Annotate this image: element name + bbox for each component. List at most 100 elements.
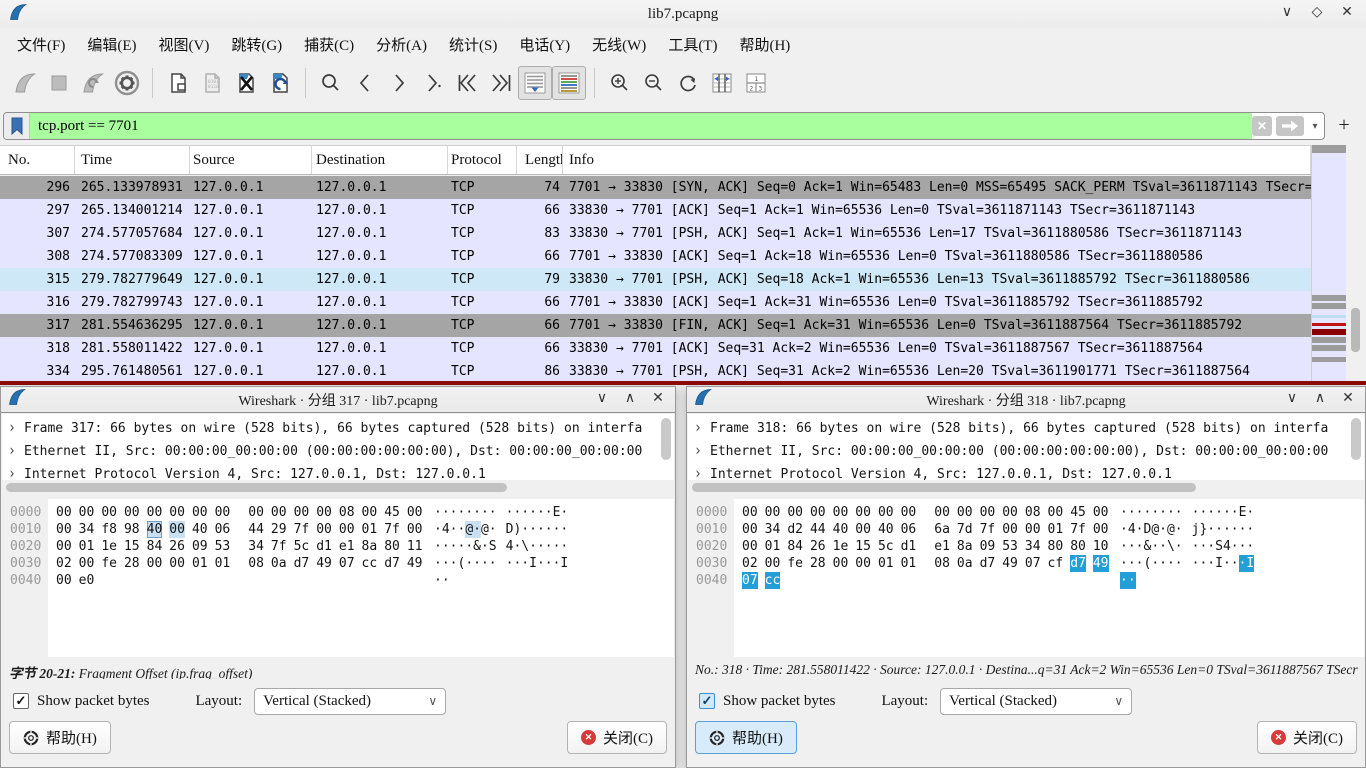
zoom-reset-icon[interactable] xyxy=(671,66,705,100)
hex-byte[interactable]: 49 xyxy=(316,555,332,572)
open-file-icon[interactable] xyxy=(161,66,195,100)
hex-byte[interactable]: 53 xyxy=(1002,538,1018,555)
hex-byte[interactable]: 7f xyxy=(980,521,996,538)
packet-bytes-pane[interactable]: 000000000000000000000000000008004500····… xyxy=(2,499,674,657)
hex-byte[interactable]: 02 xyxy=(742,555,758,572)
main-titlebar[interactable]: lib7.pcapng ∨ ◇ ✕ xyxy=(0,0,1366,28)
hex-byte[interactable]: 26 xyxy=(169,538,185,555)
hex-byte[interactable]: 40 xyxy=(878,521,894,538)
hex-byte[interactable]: 01 xyxy=(79,538,95,555)
close-button[interactable]: ✕ xyxy=(1335,390,1361,407)
hex-row[interactable]: 004000e0·· xyxy=(2,572,674,589)
column-header-no[interactable]: No. xyxy=(0,146,75,174)
hex-row[interactable]: 000000000000000000000000000008004500····… xyxy=(688,504,1364,521)
hex-byte[interactable]: 00 xyxy=(787,504,803,521)
minimize-button[interactable]: ∨ xyxy=(1279,390,1305,407)
hex-byte[interactable]: cf xyxy=(1048,555,1064,572)
help-button[interactable]: 帮助(H) xyxy=(695,721,797,754)
column-header-destination[interactable]: Destination xyxy=(312,146,448,174)
hex-byte[interactable]: 08 xyxy=(248,555,264,572)
tree-horizontal-scrollbar[interactable] xyxy=(2,483,661,495)
show-packet-bytes-checkbox[interactable]: ✓ xyxy=(13,693,29,709)
hex-byte[interactable]: 7f xyxy=(294,521,310,538)
hex-byte[interactable]: 5c xyxy=(878,538,894,555)
packet-list-scrollbar[interactable] xyxy=(1346,145,1366,381)
hex-row[interactable]: 004007cc·· xyxy=(688,572,1364,589)
hex-byte[interactable]: f8 xyxy=(101,521,117,538)
menu-item[interactable]: 工具(T) xyxy=(657,30,728,59)
column-header-time[interactable]: Time xyxy=(75,146,190,174)
packet-list[interactable]: 296265.133978931127.0.0.1127.0.0.1TCP747… xyxy=(0,176,1311,383)
packet-bytes-pane[interactable]: 000000000000000000000000000008004500····… xyxy=(688,499,1364,657)
hex-byte[interactable]: 15 xyxy=(124,538,140,555)
hex-byte[interactable]: 45 xyxy=(1070,504,1086,521)
filter-clear-icon[interactable]: ✕ xyxy=(1252,116,1272,136)
hex-byte[interactable]: 34 xyxy=(1025,538,1041,555)
hex-byte[interactable]: 00 xyxy=(79,555,95,572)
dialog-titlebar[interactable]: Wireshark · 分组 317 · lib7.pcapng ∨ ∧ ✕ xyxy=(1,387,675,413)
hex-byte[interactable]: 98 xyxy=(124,521,140,538)
hex-byte[interactable]: 0a xyxy=(271,555,287,572)
hex-byte[interactable]: cc xyxy=(362,555,378,572)
packet-row-316[interactable]: 316279.782799743127.0.0.1127.0.0.1TCP667… xyxy=(0,291,1311,314)
hex-byte[interactable]: 09 xyxy=(192,538,208,555)
filter-add-button[interactable]: + xyxy=(1332,113,1356,137)
restore-button[interactable]: ∧ xyxy=(617,390,643,407)
hex-byte[interactable]: 00 xyxy=(56,521,72,538)
hex-byte[interactable]: 00 xyxy=(934,504,950,521)
tree-row[interactable]: ›Internet Protocol Version 4, Src: 127.0… xyxy=(8,463,674,480)
hex-byte[interactable]: fe xyxy=(787,555,803,572)
find-packet-icon[interactable] xyxy=(314,66,348,100)
hex-byte[interactable]: 00 xyxy=(248,504,264,521)
hex-byte[interactable]: 00 xyxy=(316,521,332,538)
hex-byte[interactable]: 00 xyxy=(980,504,996,521)
hex-byte[interactable]: 00 xyxy=(339,521,355,538)
go-forward-icon[interactable] xyxy=(382,66,416,100)
tree-vertical-scrollbar[interactable] xyxy=(661,418,671,474)
hex-byte[interactable]: 01 xyxy=(362,521,378,538)
hex-byte[interactable]: d2 xyxy=(787,521,803,538)
hex-byte[interactable]: 09 xyxy=(980,538,996,555)
hex-byte[interactable]: 28 xyxy=(810,555,826,572)
dialog-titlebar[interactable]: Wireshark · 分组 318 · lib7.pcapng ∨ ∧ ✕ xyxy=(687,387,1365,413)
hex-byte[interactable]: 10 xyxy=(1093,538,1109,555)
hex-byte[interactable]: 00 xyxy=(101,504,117,521)
hex-byte[interactable]: 00 xyxy=(362,504,378,521)
menu-item[interactable]: 帮助(H) xyxy=(728,30,801,59)
hex-byte[interactable]: 34 xyxy=(765,521,781,538)
scrollbar-handle[interactable] xyxy=(1351,308,1360,352)
tree-row[interactable]: ›Ethernet II, Src: 00:00:00_00:00:00 (00… xyxy=(8,440,674,463)
hex-byte[interactable]: 01 xyxy=(215,555,231,572)
hex-byte[interactable]: 40 xyxy=(147,521,163,538)
capture-options-icon[interactable] xyxy=(110,66,144,100)
hex-byte[interactable]: 34 xyxy=(248,538,264,555)
hex-byte[interactable]: 40 xyxy=(833,521,849,538)
hex-byte[interactable]: fe xyxy=(101,555,117,572)
menu-item[interactable]: 跳转(G) xyxy=(220,30,293,59)
hex-byte[interactable]: 1e xyxy=(833,538,849,555)
packet-row-307[interactable]: 307274.577057684127.0.0.1127.0.0.1TCP833… xyxy=(0,222,1311,245)
close-button[interactable]: ✕ xyxy=(645,390,671,407)
hex-byte[interactable]: d1 xyxy=(901,538,917,555)
hex-byte[interactable]: 8a xyxy=(957,538,973,555)
close-dialog-button[interactable]: ✕ 关闭(C) xyxy=(567,721,667,754)
hex-byte[interactable]: e0 xyxy=(79,572,95,589)
hex-byte[interactable]: 01 xyxy=(1048,521,1064,538)
hex-byte[interactable]: 28 xyxy=(124,555,140,572)
go-back-icon[interactable] xyxy=(348,66,382,100)
hex-row[interactable]: 00300200fe2800000101080ad74907ccd749···(… xyxy=(2,555,674,572)
hex-byte[interactable]: 80 xyxy=(1070,538,1086,555)
hex-byte[interactable]: 00 xyxy=(147,504,163,521)
hex-byte[interactable]: 00 xyxy=(316,504,332,521)
packet-row-334[interactable]: 334295.761480561127.0.0.1127.0.0.1TCP863… xyxy=(0,360,1311,383)
tree-row[interactable]: ›Frame 318: 66 bytes on wire (528 bits),… xyxy=(694,417,1364,440)
hex-byte[interactable]: 07 xyxy=(1025,555,1041,572)
column-header-source[interactable]: Source xyxy=(190,146,312,174)
hex-byte[interactable]: d7 xyxy=(1070,555,1086,572)
hex-byte[interactable]: 00 xyxy=(169,555,185,572)
resize-columns-icon[interactable] xyxy=(705,66,739,100)
maximize-button[interactable]: ◇ xyxy=(1304,4,1330,21)
filter-bookmark-icon[interactable] xyxy=(4,113,30,139)
hex-byte[interactable]: 00 xyxy=(56,572,72,589)
stop-capture-icon[interactable] xyxy=(42,66,76,100)
